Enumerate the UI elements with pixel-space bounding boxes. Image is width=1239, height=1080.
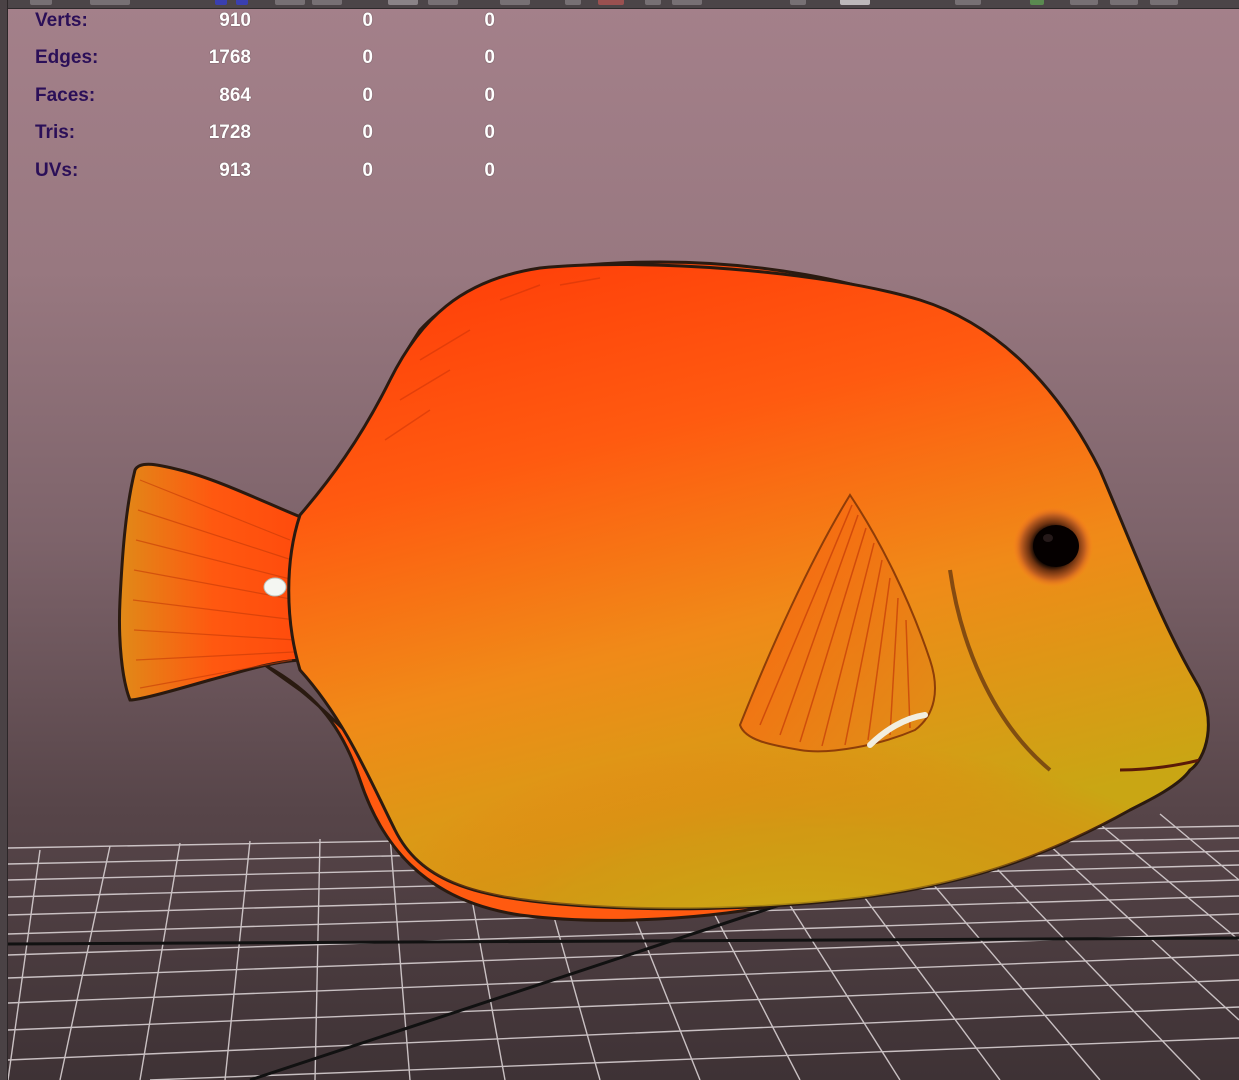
- hud-value-edges-object: 1768: [208, 47, 251, 68]
- hud-value-verts-object: 910: [219, 10, 251, 31]
- hud-value-faces-components: 0: [484, 85, 495, 106]
- hud-label-tris: Tris:: [35, 122, 76, 143]
- hud-value-uvs-object: 913: [219, 160, 251, 181]
- poly-count-hud: Verts: 910 0 0 Edges: 1768 0 0 Faces: 86…: [0, 0, 520, 190]
- hud-value-faces-selected: 0: [362, 85, 373, 106]
- hud-value-tris-object: 1728: [208, 122, 251, 143]
- hud-label-verts: Verts:: [35, 10, 88, 31]
- hud-value-tris-selected: 0: [362, 122, 373, 143]
- hud-value-faces-object: 864: [219, 85, 251, 106]
- hud-value-uvs-selected: 0: [362, 160, 373, 181]
- hud-value-tris-components: 0: [484, 122, 495, 143]
- hud-label-faces: Faces:: [35, 85, 96, 106]
- hud-label-edges: Edges:: [35, 47, 99, 68]
- grid-axis-lines: [7, 903, 1239, 1080]
- fish-model: [117, 260, 1210, 922]
- hud-value-uvs-components: 0: [484, 160, 495, 181]
- hud-value-verts-selected: 0: [362, 10, 373, 31]
- hud-row-faces: Faces: 864 0 0: [0, 85, 520, 109]
- hud-value-edges-selected: 0: [362, 47, 373, 68]
- hud-value-edges-components: 0: [484, 47, 495, 68]
- hud-value-verts-components: 0: [484, 10, 495, 31]
- hud-row-edges: Edges: 1768 0 0: [0, 47, 520, 71]
- hud-label-uvs: UVs:: [35, 160, 79, 181]
- 3d-viewport[interactable]: Verts: 910 0 0 Edges: 1768 0 0 Faces: 86…: [0, 0, 1239, 1080]
- hud-row-tris: Tris: 1728 0 0: [0, 122, 520, 146]
- hud-row-verts: Verts: 910 0 0: [0, 10, 520, 34]
- hud-row-uvs: UVs: 913 0 0: [0, 160, 520, 184]
